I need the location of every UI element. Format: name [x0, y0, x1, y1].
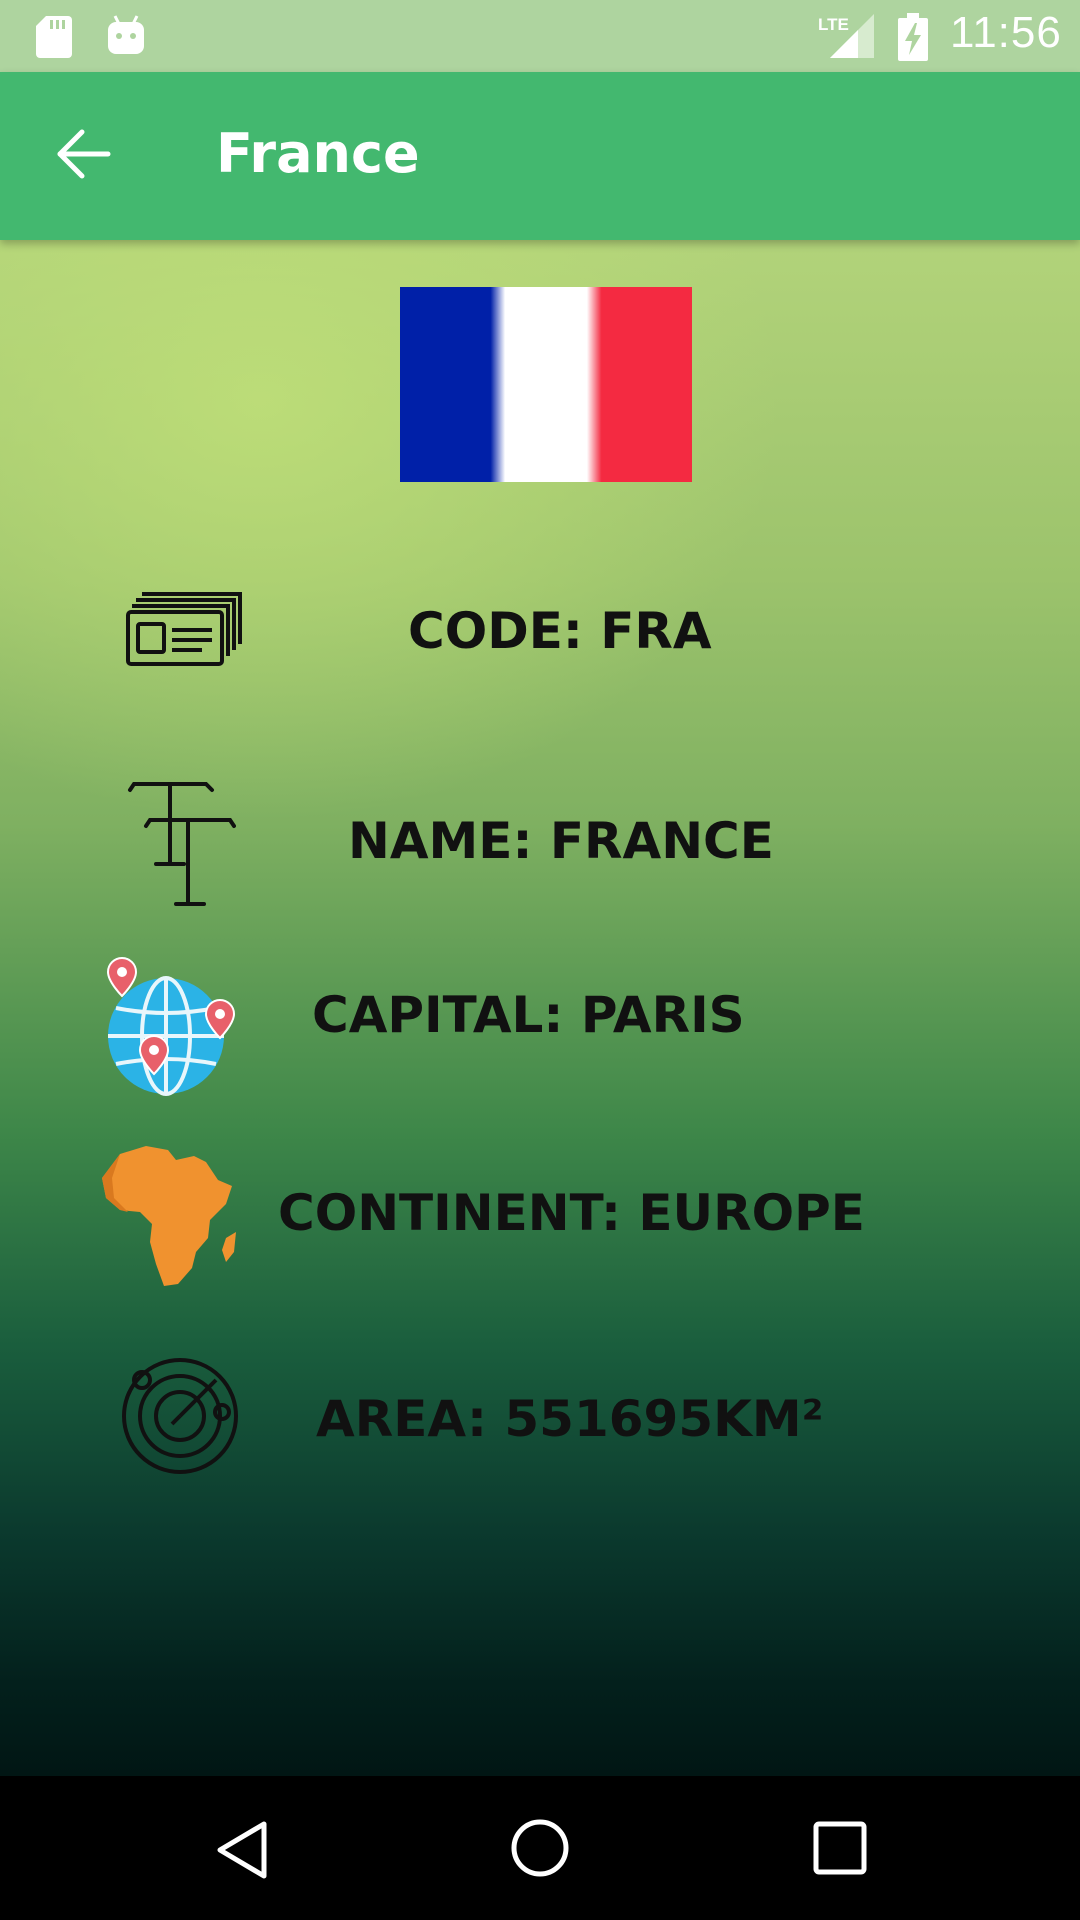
status-time: 11:56 [950, 8, 1062, 57]
back-triangle-icon[interactable] [212, 1820, 272, 1880]
detail-row-name: NAME: FRANCE [0, 780, 1080, 920]
name-label: NAME: FRANCE [348, 812, 774, 870]
home-circle-icon[interactable] [510, 1818, 570, 1878]
status-bar: LTE 11:56 [0, 0, 1080, 72]
text-type-icon [128, 782, 236, 906]
arrow-back-icon[interactable] [54, 124, 114, 184]
lte-signal-icon: LTE [818, 14, 874, 58]
id-card-icon [126, 592, 242, 666]
recents-square-icon[interactable] [812, 1820, 868, 1876]
battery-charging-icon [898, 13, 928, 61]
detail-row-code: CODE: FRA [0, 590, 1080, 690]
system-nav-bar [0, 1776, 1080, 1920]
country-detail-content: CODE: FRA NAME: FRANCE CAPITAL: PARIS CO… [0, 240, 1080, 1776]
africa-map-icon [102, 1146, 236, 1286]
radar-icon [122, 1358, 238, 1474]
detail-row-area: AREA: 551695KM² [0, 1354, 1080, 1494]
sd-card-icon [36, 16, 72, 58]
detail-row-continent: CONTINENT: EUROPE [0, 1140, 1080, 1290]
app-bar: France [0, 72, 1080, 240]
france-flag [400, 287, 692, 482]
svg-text:LTE: LTE [818, 15, 849, 34]
globe-pins-icon [106, 956, 236, 1096]
capital-label: CAPITAL: PARIS [312, 986, 745, 1044]
detail-row-capital: CAPITAL: PARIS [0, 956, 1080, 1106]
page-title: France [216, 122, 420, 185]
android-icon [108, 15, 144, 54]
code-label: CODE: FRA [408, 602, 712, 660]
area-label: AREA: 551695KM² [316, 1390, 824, 1448]
continent-label: CONTINENT: EUROPE [278, 1184, 865, 1242]
